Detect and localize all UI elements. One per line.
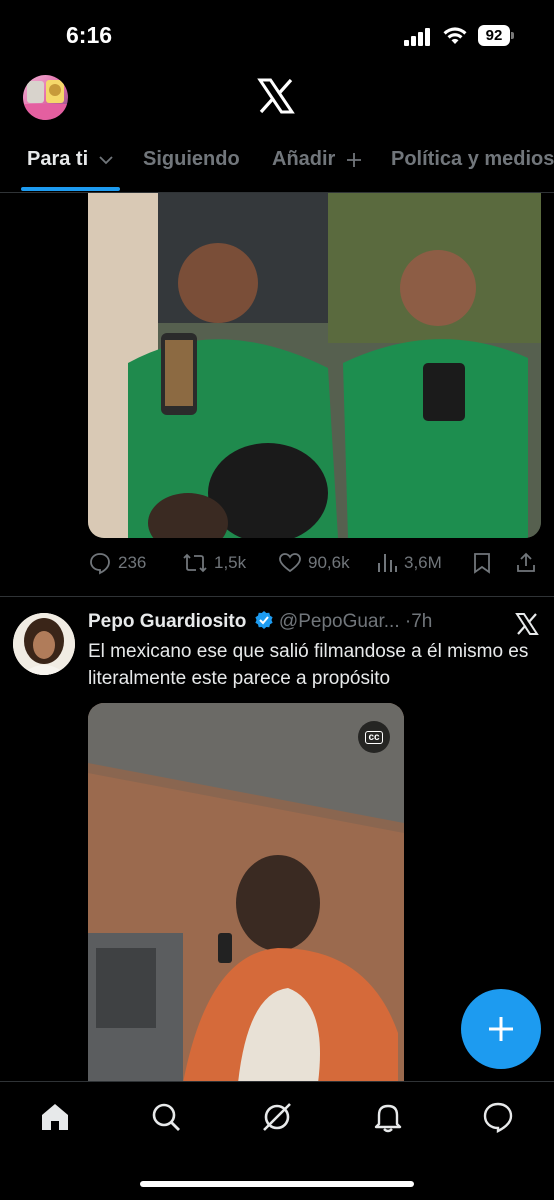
views-button[interactable]: 3,6M xyxy=(376,548,442,578)
tweet-media-image[interactable]: cc xyxy=(88,703,404,1083)
profile-avatar[interactable] xyxy=(23,75,68,120)
tweet-divider xyxy=(0,596,554,597)
heart-icon xyxy=(279,553,301,573)
tweet-time: 7h xyxy=(411,611,433,632)
tab-siguiendo-label: Siguiendo xyxy=(143,148,240,170)
notifications-icon[interactable] xyxy=(371,1100,405,1134)
tweet-text: El mexicano ese que salió filmandose a é… xyxy=(88,641,529,689)
bookmark-button[interactable] xyxy=(471,548,499,578)
chevron-down-icon xyxy=(99,156,113,164)
timeline-tabs: Para ti Siguiendo Añadir Política y medi… xyxy=(0,140,554,193)
share-icon xyxy=(517,552,535,572)
cc-badge-label: cc xyxy=(365,730,383,744)
plus-icon xyxy=(489,1017,513,1041)
tab-anadir[interactable]: Añadir xyxy=(272,148,362,171)
repost-icon xyxy=(183,553,207,573)
views-icon xyxy=(378,554,397,572)
tweet-media-image[interactable] xyxy=(88,193,541,538)
like-button[interactable]: 90,6k xyxy=(278,548,350,578)
author-avatar[interactable] xyxy=(13,613,75,675)
battery-icon: 92 xyxy=(478,25,510,46)
repost-button[interactable]: 1,5k xyxy=(182,548,246,578)
tab-para-ti[interactable]: Para ti xyxy=(27,148,113,171)
tab-siguiendo[interactable]: Siguiendo xyxy=(143,148,240,171)
tab-para-ti-label: Para ti xyxy=(27,148,89,170)
cellular-signal-icon xyxy=(404,28,430,46)
bookmark-icon xyxy=(474,553,490,574)
grok-x-icon[interactable] xyxy=(514,611,540,637)
active-tab-indicator xyxy=(21,187,120,191)
grok-icon[interactable] xyxy=(260,1100,294,1134)
share-button[interactable] xyxy=(514,548,544,578)
plus-icon xyxy=(346,152,361,167)
search-icon[interactable] xyxy=(149,1100,183,1134)
tab-politica-y-medios[interactable]: Política y medios xyxy=(391,148,554,171)
status-time: 6:16 xyxy=(66,22,113,48)
repost-count: 1,5k xyxy=(214,553,247,572)
tweet-action-bar: 236 1,5k 90,6k 3,6M xyxy=(88,548,540,578)
reply-count: 236 xyxy=(118,553,147,572)
x-logo[interactable] xyxy=(256,76,296,116)
compose-button[interactable] xyxy=(461,989,541,1069)
messages-icon[interactable] xyxy=(481,1100,515,1134)
verified-badge-icon xyxy=(255,611,273,629)
tab-anadir-label: Añadir xyxy=(272,148,336,170)
tweet-header: Pepo Guardiosito @PepoGuar... ·7h xyxy=(88,610,432,633)
home-indicator xyxy=(140,1181,414,1187)
tab-politica-label: Política y medios xyxy=(391,148,554,170)
author-name[interactable]: Pepo Guardiosito xyxy=(88,611,246,632)
views-count: 3,6M xyxy=(404,553,442,572)
cc-badge[interactable]: cc xyxy=(358,721,390,753)
like-count: 90,6k xyxy=(308,553,350,572)
battery-tip xyxy=(511,32,514,39)
author-handle[interactable]: @PepoGuar... xyxy=(279,611,400,632)
reply-button[interactable]: 236 xyxy=(88,548,146,578)
wifi-icon xyxy=(443,27,467,44)
home-icon[interactable] xyxy=(38,1100,72,1134)
reply-icon xyxy=(90,553,110,575)
